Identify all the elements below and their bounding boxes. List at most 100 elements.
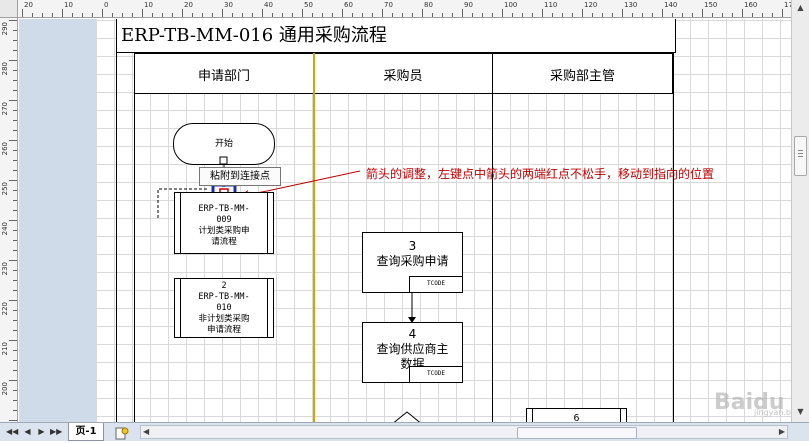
scroll-left-icon[interactable]: ◀ — [143, 426, 149, 438]
ruler-tick — [13, 240, 17, 241]
ruler-tick — [742, 9, 743, 17]
ruler-tick — [532, 13, 533, 17]
ruler-tick — [13, 150, 17, 151]
ruler-tick — [482, 13, 483, 17]
insert-page-icon[interactable] — [112, 425, 132, 440]
ruler-tick — [432, 13, 433, 17]
scroll-down-icon[interactable]: ▼ — [794, 406, 807, 418]
page-tab-1[interactable]: 页-1 — [68, 423, 104, 441]
ruler-tick — [352, 13, 353, 17]
ruler-tick — [9, 100, 17, 101]
horizontal-scroll-thumb[interactable] — [517, 427, 637, 439]
ruler-tick — [752, 13, 753, 17]
ruler-tick — [13, 210, 17, 211]
ruler-tick — [722, 13, 723, 17]
first-page-icon[interactable]: ◀◀ — [6, 426, 18, 438]
ruler-tick — [492, 13, 493, 17]
ruler-tick — [682, 13, 683, 17]
ruler-tick — [582, 9, 583, 17]
subprocess-text: 010 — [216, 303, 232, 313]
ruler-tick — [402, 13, 403, 17]
process-query-vendor-master[interactable]: 4 查询供应商主 数据 TCODE — [362, 322, 463, 383]
ruler-label: 110 — [544, 1, 558, 9]
ruler-tick — [142, 9, 143, 17]
subprocess-erp-tb-mm-009[interactable]: ERP-TB-MM- 009 计划类采购申 请流程 — [174, 192, 274, 254]
ruler-tick — [112, 13, 113, 17]
vertical-scrollbar[interactable]: ▲ ▼ — [791, 0, 809, 422]
ruler-tick — [13, 250, 17, 251]
ruler-tick — [702, 9, 703, 17]
last-page-icon[interactable]: ▶▶ — [50, 426, 62, 438]
ruler-tick — [13, 350, 17, 351]
ruler-tick — [192, 13, 193, 17]
ruler-tick — [302, 9, 303, 17]
ruler-tick — [9, 260, 17, 261]
next-page-icon[interactable]: ▶ — [36, 426, 47, 438]
ruler-tick — [13, 330, 17, 331]
subprocess-erp-tb-mm-010[interactable]: 2 ERP-TB-MM- 010 非计划类采购 申请流程 — [174, 278, 274, 338]
ruler-tick — [9, 340, 17, 341]
subprocess-text: 009 — [216, 215, 232, 225]
ruler-tick — [13, 30, 17, 31]
ruler-tick — [122, 13, 123, 17]
ruler-tick — [13, 400, 17, 401]
ruler-label: 60 — [344, 1, 353, 9]
ruler-tick — [13, 370, 17, 371]
ruler-label: 220 — [1, 302, 9, 316]
ruler-tick — [82, 13, 83, 17]
ruler-tick — [542, 9, 543, 17]
ruler-tick — [652, 13, 653, 17]
ruler-tick — [13, 320, 17, 321]
scroll-up-icon[interactable]: ▲ — [794, 2, 807, 14]
ruler-tick — [362, 13, 363, 17]
ruler-tick — [13, 170, 17, 171]
drawing-canvas[interactable]: ERP-TB-MM-016 通用采购流程 申请部门 采购员 采购部主管 开始 E… — [19, 19, 791, 422]
subprocess-step-6[interactable]: 6 — [526, 408, 627, 422]
horizontal-scrollbar[interactable]: ◀ ▶ — [140, 425, 788, 439]
ruler-tick — [13, 190, 17, 191]
ruler-tick — [102, 9, 103, 17]
ruler-tick — [782, 9, 783, 17]
subprocess-text: 请流程 — [211, 237, 237, 247]
process-query-purchase-requisition[interactable]: 3 查询采购申请 TCODE — [362, 232, 463, 293]
ruler-tick — [462, 9, 463, 17]
ruler-tick — [9, 180, 17, 181]
glue-tooltip: 粘附到连接点 — [199, 167, 281, 186]
ruler-tick — [42, 13, 43, 17]
ruler-tick — [9, 420, 17, 421]
horizontal-ruler: 20 10 0 10 20 30 40 50 60 70 80 90 100 110 120 130 140 15… — [18, 0, 791, 18]
ruler-tick — [692, 13, 693, 17]
decision-diamond[interactable] — [386, 411, 428, 422]
drawing-page[interactable]: ERP-TB-MM-016 通用采购流程 申请部门 采购员 采购部主管 开始 E… — [96, 19, 791, 422]
scroll-right-icon[interactable]: ▶ — [779, 426, 785, 438]
subprocess-text: ERP-TB-MM- — [198, 292, 250, 302]
ruler-label: 90 — [464, 1, 473, 9]
step-number: 4 — [408, 327, 417, 341]
subprocess-text: 非计划类采购 — [198, 314, 250, 324]
subprocess-text: 2 — [221, 281, 227, 291]
ruler-tick — [232, 13, 233, 17]
ruler-tick — [9, 140, 17, 141]
ruler-tick — [13, 410, 17, 411]
ruler-tick — [13, 310, 17, 311]
ruler-tick — [92, 13, 93, 17]
ruler-tick — [292, 13, 293, 17]
previous-page-icon[interactable]: ◀ — [22, 426, 33, 438]
subprocess-text: 计划类采购申 — [198, 226, 250, 236]
ruler-tick — [62, 9, 63, 17]
ruler-tick — [632, 13, 633, 17]
vertical-scroll-thumb[interactable] — [794, 136, 807, 176]
ruler-tick — [13, 270, 17, 271]
ruler-tick — [13, 390, 17, 391]
ruler-label: 120 — [584, 1, 598, 9]
ruler-label: 80 — [424, 1, 433, 9]
ruler-tick — [622, 9, 623, 17]
ruler-tick — [452, 13, 453, 17]
ruler-tick — [642, 13, 643, 17]
connection-point[interactable] — [219, 156, 228, 165]
ruler-tick — [32, 13, 33, 17]
ruler-label: 40 — [264, 1, 273, 9]
ruler-tick — [9, 300, 17, 301]
vertical-ruler: 290 280 270 260 250 240 230 220 210 200 — [0, 18, 18, 422]
ruler-tick — [502, 9, 503, 17]
